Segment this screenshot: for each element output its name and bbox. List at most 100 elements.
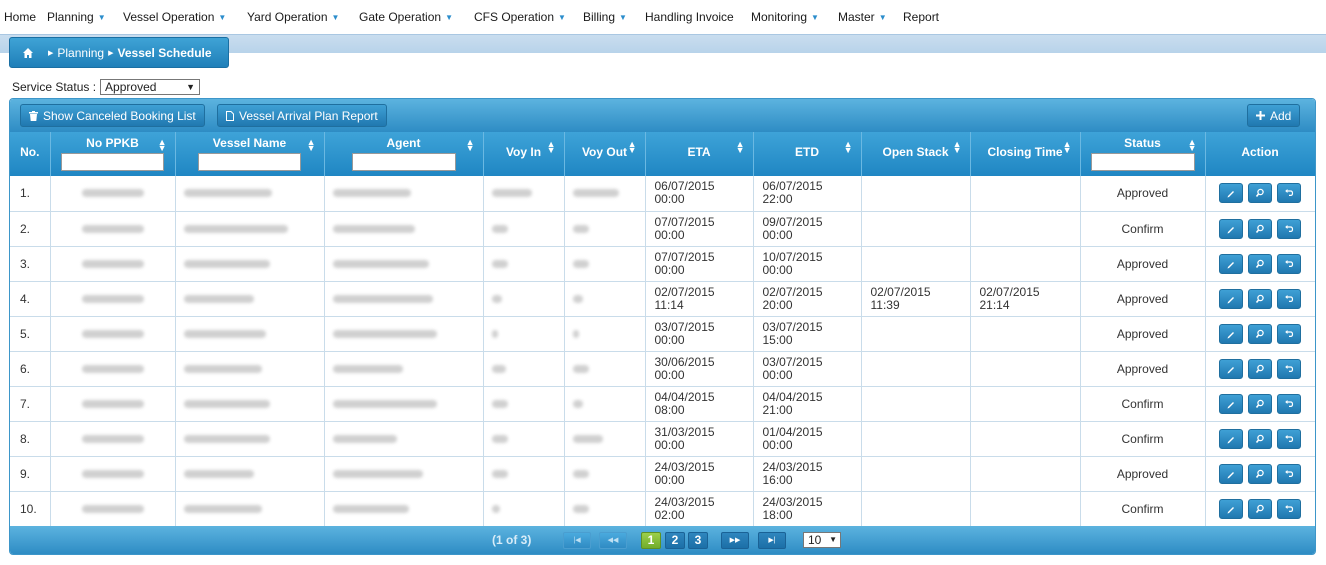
table-row[interactable]: 3. 07/07/2015 00:00 10/07/2015 00:00 Approved	[10, 246, 1315, 282]
revert-button[interactable]	[1277, 183, 1302, 204]
agent-filter-input[interactable]	[351, 153, 456, 171]
page-button-3[interactable]: 3	[688, 532, 708, 549]
sort-icon[interactable]: ▲ ▼	[1063, 140, 1072, 155]
vessel-arrival-plan-report-button[interactable]: Vessel Arrival Plan Report	[217, 104, 387, 127]
previous-page-button[interactable]: ◀◀	[599, 532, 627, 549]
revert-button[interactable]	[1277, 393, 1302, 414]
add-button[interactable]: Add	[1247, 104, 1301, 127]
revert-button[interactable]	[1277, 428, 1302, 449]
sort-icon[interactable]: ▲ ▼	[307, 138, 316, 153]
nav-gate-operation[interactable]: Gate Operation ▼	[359, 10, 453, 24]
edit-button[interactable]	[1218, 253, 1243, 274]
column-etd[interactable]: ETD ▲ ▼	[753, 132, 862, 176]
sort-icon[interactable]: ▲ ▼	[547, 140, 556, 155]
chevron-down-icon: ▼	[331, 13, 340, 22]
column-no-ppkb[interactable]: No PPKB ▲ ▼	[50, 132, 176, 176]
column-closing-time[interactable]: Closing Time ▲ ▼	[970, 132, 1081, 176]
table-row[interactable]: 1. 06/07/2015 00:00 06/07/2015 22:00 Approved	[10, 176, 1315, 212]
edit-button[interactable]	[1218, 393, 1243, 414]
edit-button[interactable]	[1218, 428, 1243, 449]
sort-icon[interactable]: ▲ ▼	[1188, 138, 1197, 153]
nav-home[interactable]: Home	[4, 10, 36, 24]
table-row[interactable]: 8. 31/03/2015 00:00 01/04/2015 00:00 Confirm	[10, 421, 1315, 457]
nav-vessel-operation[interactable]: Vessel Operation ▼	[123, 10, 226, 24]
nav-yard-operation[interactable]: Yard Operation ▼	[247, 10, 339, 24]
revert-button[interactable]	[1277, 323, 1302, 344]
sort-icon[interactable]: ▲ ▼	[628, 140, 637, 155]
revert-button[interactable]	[1277, 358, 1302, 379]
column-voy-out[interactable]: Voy Out ▲ ▼	[564, 132, 646, 176]
revert-button[interactable]	[1277, 288, 1302, 309]
revert-button[interactable]	[1277, 253, 1302, 274]
revert-button[interactable]	[1277, 498, 1302, 519]
sort-icon[interactable]: ▲ ▼	[953, 140, 962, 155]
page-size-select[interactable]: 10 ▼	[803, 532, 841, 548]
edit-button[interactable]	[1218, 358, 1243, 379]
nav-billing[interactable]: Billing ▼	[583, 10, 627, 24]
edit-button[interactable]	[1218, 463, 1243, 484]
cell-no: 10.	[10, 491, 51, 527]
page-button-2[interactable]: 2	[665, 532, 685, 549]
next-page-button[interactable]: ▶▶	[721, 532, 749, 549]
view-button[interactable]	[1248, 358, 1272, 379]
edit-button[interactable]	[1218, 323, 1243, 344]
no-ppkb-filter-input[interactable]	[61, 153, 164, 171]
view-button[interactable]	[1248, 218, 1272, 239]
breadcrumb-planning[interactable]: Planning	[57, 46, 104, 60]
show-canceled-booking-button[interactable]: Show Canceled Booking List	[20, 104, 205, 127]
revert-button[interactable]	[1277, 463, 1302, 484]
nav-handling-invoice[interactable]: Handling Invoice	[645, 10, 734, 24]
view-button[interactable]	[1248, 323, 1272, 344]
edit-button[interactable]	[1218, 183, 1243, 204]
table-row[interactable]: 2. 07/07/2015 00:00 09/07/2015 00:00 Confirm	[10, 211, 1315, 247]
first-page-button[interactable]: |◀	[563, 532, 591, 549]
column-voy-in[interactable]: Voy In ▲ ▼	[483, 132, 565, 176]
view-button[interactable]	[1248, 288, 1272, 309]
edit-button[interactable]	[1218, 498, 1243, 519]
cell-no-ppkb	[50, 491, 176, 527]
etd-time: 21:00	[762, 402, 793, 417]
revert-button[interactable]	[1277, 218, 1302, 239]
view-button[interactable]	[1248, 428, 1272, 449]
service-status-select[interactable]: Approved ▼	[100, 79, 201, 95]
redacted-value	[491, 434, 508, 443]
sort-icon[interactable]: ▲ ▼	[736, 140, 745, 155]
column-vessel-name[interactable]: Vessel Name ▲ ▼	[175, 132, 325, 176]
nav-planning[interactable]: Planning ▼	[47, 10, 106, 24]
table-row[interactable]: 6. 30/06/2015 00:00 03/07/2015 00:00 Approved	[10, 351, 1315, 387]
column-open-stack[interactable]: Open Stack ▲ ▼	[861, 132, 971, 176]
page-size-value: 10	[808, 533, 822, 547]
sort-icon[interactable]: ▲ ▼	[844, 140, 853, 155]
redacted-value	[572, 294, 583, 303]
status-filter-input[interactable]	[1090, 153, 1195, 171]
sort-icon[interactable]: ▲ ▼	[158, 138, 167, 153]
last-page-button[interactable]: ▶|	[758, 532, 786, 549]
table-row[interactable]: 5. 03/07/2015 00:00 03/07/2015 15:00 Approved	[10, 316, 1315, 352]
edit-button[interactable]	[1218, 288, 1243, 309]
nav-master[interactable]: Master ▼	[838, 10, 887, 24]
eta-time: 00:00	[654, 367, 685, 382]
view-button[interactable]	[1248, 498, 1272, 519]
column-status[interactable]: Status ▲ ▼	[1080, 132, 1206, 176]
page-button-1[interactable]: 1	[641, 532, 661, 549]
vessel-name-filter-input[interactable]	[198, 153, 301, 171]
view-button[interactable]	[1248, 393, 1272, 414]
table-row[interactable]: 10. 24/03/2015 02:00 24/03/2015 18:00 Confirm	[10, 491, 1315, 527]
nav-monitoring[interactable]: Monitoring ▼	[751, 10, 819, 24]
column-eta[interactable]: ETA ▲ ▼	[645, 132, 754, 176]
table-row[interactable]: 9. 24/03/2015 00:00 24/03/2015 16:00 Approved	[10, 456, 1315, 492]
view-button[interactable]	[1248, 183, 1272, 204]
table-row[interactable]: 4. 02/07/2015 11:14 02/07/2015 20:00 02/07/20…	[10, 281, 1315, 317]
view-button[interactable]	[1248, 463, 1272, 484]
view-button[interactable]	[1248, 253, 1272, 274]
nav-report[interactable]: Report	[903, 10, 939, 24]
etd-time: 00:00	[762, 227, 793, 242]
cell-agent	[324, 386, 484, 422]
nav-cfs-operation[interactable]: CFS Operation ▼	[474, 10, 566, 24]
home-icon[interactable]	[22, 47, 34, 59]
edit-button[interactable]	[1218, 218, 1243, 239]
sort-icon[interactable]: ▲ ▼	[466, 138, 475, 153]
table-row[interactable]: 7. 04/04/2015 08:00 04/04/2015 21:00 Confirm	[10, 386, 1315, 422]
undo-icon	[1285, 259, 1294, 267]
column-agent[interactable]: Agent ▲ ▼	[324, 132, 484, 176]
